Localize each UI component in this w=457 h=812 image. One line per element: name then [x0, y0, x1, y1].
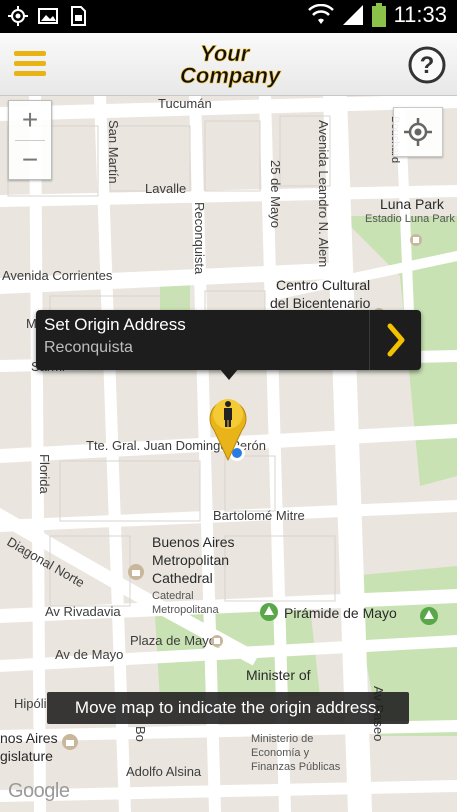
origin-pin-icon[interactable]: [200, 390, 256, 466]
hint-toast: Move map to indicate the origin address.: [47, 692, 409, 724]
street-label: Bo: [133, 726, 148, 742]
zoom-in-button[interactable]: +: [9, 101, 51, 140]
street-label: Avenida Leandro N. Alem: [316, 120, 331, 268]
image-icon: [38, 8, 58, 24]
signal-icon: [342, 5, 363, 25]
street-label: Reconquista: [192, 202, 207, 275]
hamburger-menu-bar: [14, 61, 46, 66]
street-label: Florida: [37, 454, 52, 494]
sd-card-icon: [71, 6, 86, 26]
place-label: Catedral: [152, 590, 194, 602]
street-label: Av Rivadavia: [45, 604, 121, 619]
help-circle-icon[interactable]: ?: [407, 45, 447, 85]
street-label: Bartolomé Mitre: [213, 508, 305, 523]
place-label: Finanzas Públicas: [251, 761, 341, 773]
place-label: Economía y: [251, 747, 310, 759]
place-label: Luna Park: [380, 196, 444, 212]
place-label: Cathedral: [152, 570, 213, 586]
park-icon[interactable]: [420, 607, 438, 625]
street-label: Adolfo Alsina: [126, 764, 202, 779]
battery-icon: [371, 3, 386, 27]
app-bar: Your Company ?: [0, 33, 457, 96]
menu-button[interactable]: [12, 47, 48, 81]
place-label: Estadio Luna Park: [365, 213, 455, 225]
street-label: 25 de Mayo: [268, 160, 283, 228]
hamburger-menu-icon: [14, 51, 46, 56]
my-location-button[interactable]: [393, 107, 443, 157]
callout-tail: [219, 368, 239, 380]
zoom-controls: + −: [8, 100, 52, 180]
origin-callout[interactable]: Set Origin Address Reconquista: [36, 310, 421, 380]
callout-title: Set Origin Address: [44, 315, 186, 334]
street-label: Avenida Corrientes: [2, 268, 113, 283]
place-label: nos Aires: [0, 730, 58, 746]
status-bar: 11:33: [0, 0, 457, 33]
place-label: Ministerio de: [251, 733, 314, 745]
landmark-icon[interactable]: [128, 564, 144, 580]
hamburger-menu-bar: [14, 71, 46, 76]
company-logo: Your Company: [180, 41, 282, 89]
street-label: San Martín: [106, 120, 121, 184]
park-icon[interactable]: [260, 603, 278, 621]
street-label: Tucumán: [158, 96, 212, 111]
street-label: Av de Mayo: [55, 647, 124, 662]
confirm-origin-button[interactable]: [369, 310, 421, 370]
zoom-out-button[interactable]: −: [9, 141, 51, 180]
poi-icon[interactable]: [410, 234, 422, 246]
poi-icon[interactable]: [211, 635, 223, 647]
place-label: del Bicentenario: [270, 295, 371, 311]
place-label: Centro Cultural: [276, 277, 371, 293]
street-label: Lavalle: [145, 181, 187, 196]
place-label: Minister of: [246, 667, 311, 683]
gps-icon: [8, 6, 28, 26]
wifi-icon: [307, 4, 334, 24]
place-label: gislature: [0, 748, 53, 764]
callout-subtitle: Reconquista: [44, 339, 133, 356]
status-time: 11:33: [393, 2, 447, 27]
google-attribution: Google: [8, 780, 70, 802]
place-label: Metropolitan: [152, 552, 230, 568]
place-label: Buenos Aires: [152, 534, 235, 550]
place-label: Plaza de Mayo: [130, 633, 216, 648]
crosshair-icon: [404, 118, 432, 146]
place-label: Metropolitana: [152, 604, 219, 616]
logo-line2: Company: [180, 63, 282, 88]
landmark-icon[interactable]: [62, 734, 78, 750]
svg-text:?: ?: [420, 52, 435, 79]
chevron-right-icon: [387, 323, 405, 357]
street-label: Hipóli: [14, 696, 47, 711]
place-label: Pirámide de Mayo: [284, 605, 397, 621]
